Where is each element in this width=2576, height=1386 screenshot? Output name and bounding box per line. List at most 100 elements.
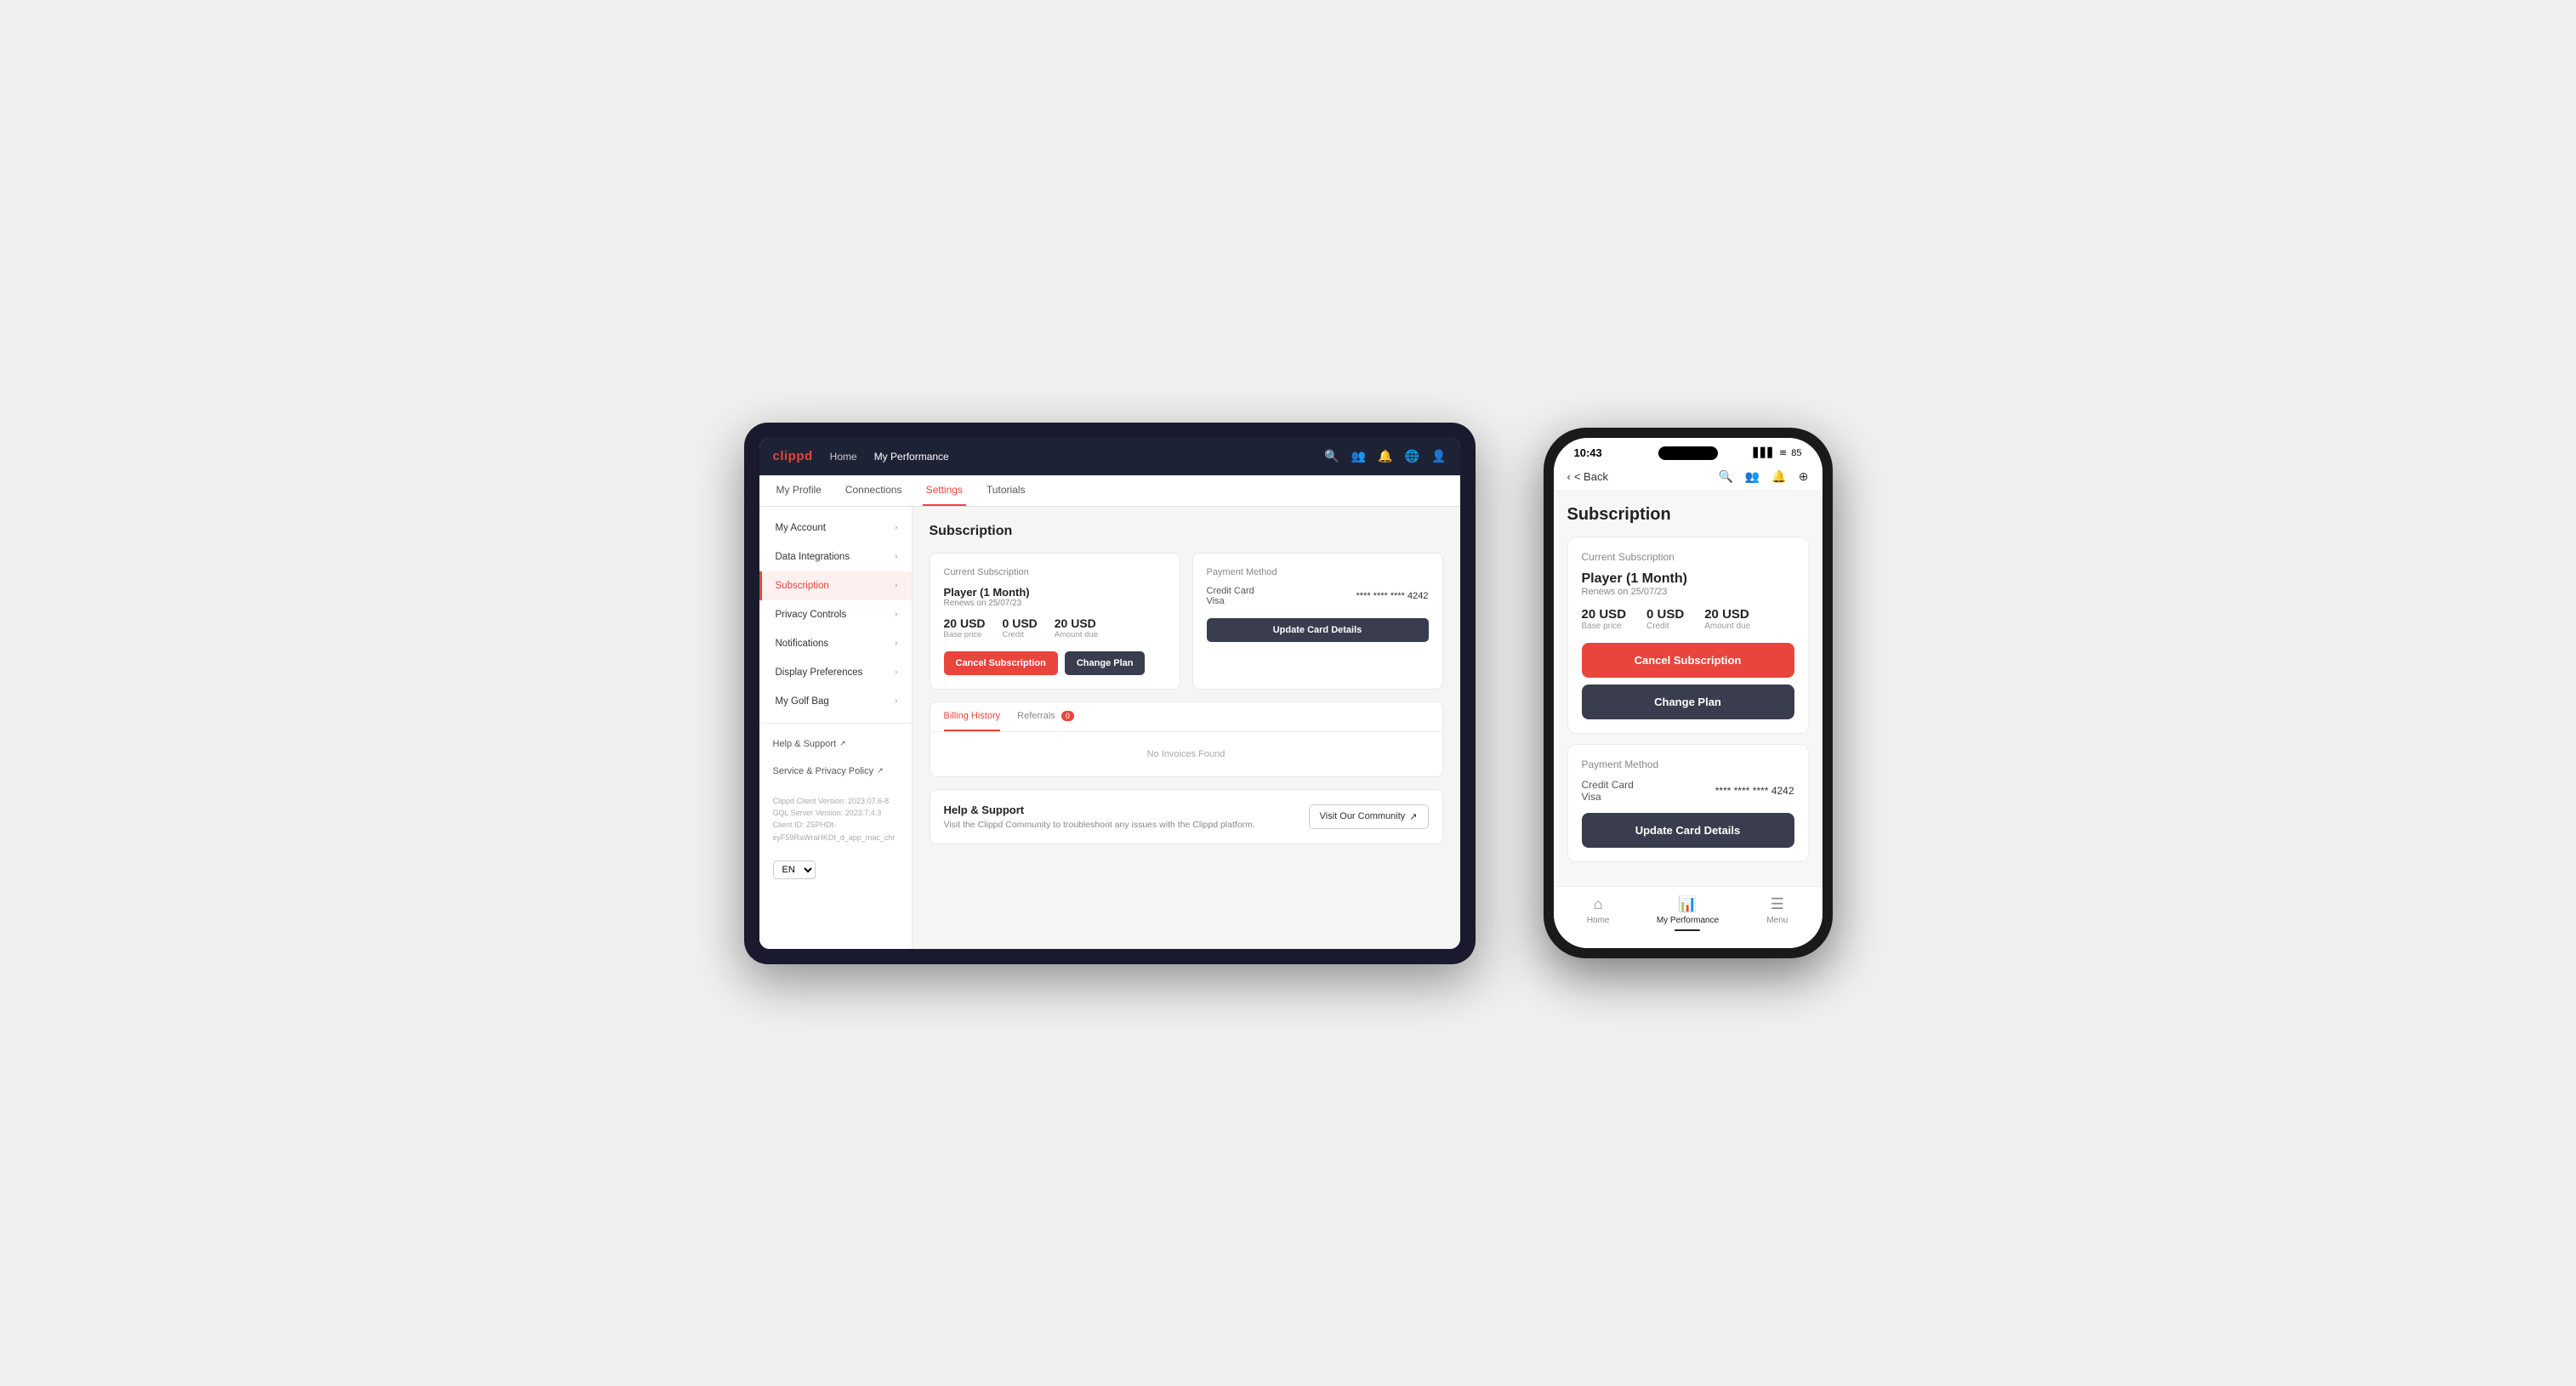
status-icons: ▋▋▋ ≋ 85 [1754, 447, 1802, 458]
billing-history-section: Billing History Referrals 0 No Invoices … [930, 702, 1443, 777]
tablet-screen: clippd Home My Performance 🔍 👥 🔔 🌐 👤 My … [759, 438, 1460, 949]
credit-value: 0 USD [1003, 616, 1038, 630]
performance-icon: 📊 [1678, 895, 1697, 913]
plus-icon[interactable]: ⊕ [1799, 469, 1809, 484]
base-price-value: 20 USD [944, 616, 986, 630]
current-sub-label: Current Subscription [944, 567, 1166, 577]
tablet-main-content: Subscription Current Subscription Player… [913, 507, 1460, 949]
help-support-section: Help & Support Visit the Clippd Communit… [930, 789, 1443, 844]
phone-status-bar: 10:43 ▋▋▋ ≋ 85 [1554, 438, 1823, 463]
user-avatar[interactable]: 👤 [1431, 449, 1446, 463]
sidebar-service-privacy[interactable]: Service & Privacy Policy ↗ [759, 758, 912, 785]
referrals-tab[interactable]: Referrals 0 [1017, 702, 1074, 731]
phone-current-sub-label: Current Subscription [1582, 551, 1794, 563]
phone-card-number: **** **** **** 4242 [1715, 785, 1794, 797]
external-link-icon: ↗ [1409, 811, 1417, 822]
bell-icon[interactable]: 🔔 [1771, 469, 1786, 484]
plan-name: Player (1 Month) [944, 586, 1166, 599]
phone-credit: 0 USD Credit [1646, 607, 1684, 631]
payment-card-number: **** **** **** 4242 [1356, 591, 1428, 601]
users-icon[interactable]: 👥 [1745, 469, 1760, 484]
sidebar-item-data-integrations[interactable]: Data Integrations › [759, 542, 912, 571]
phone-change-plan-button[interactable]: Change Plan [1582, 684, 1794, 719]
signal-icon: ▋▋▋ [1754, 447, 1775, 458]
amount-due-value: 20 USD [1055, 616, 1098, 630]
phone-navbar: ‹ < Back 🔍 👥 🔔 ⊕ [1554, 463, 1823, 491]
users-icon[interactable]: 👥 [1351, 449, 1366, 463]
nav-my-performance[interactable]: My Performance [874, 451, 949, 463]
subnav-settings[interactable]: Settings [923, 475, 966, 506]
phone-nav-icons: 🔍 👥 🔔 ⊕ [1718, 469, 1808, 484]
search-icon[interactable]: 🔍 [1324, 449, 1339, 463]
phone-screen: 10:43 ▋▋▋ ≋ 85 ‹ < Back 🔍 👥 🔔 ⊕ Subscr [1554, 438, 1823, 948]
phone-base-price: 20 USD Base price [1582, 607, 1627, 631]
phone-tab-my-performance[interactable]: 📊 My Performance [1643, 895, 1732, 931]
tablet-nav-links: Home My Performance [830, 451, 1308, 463]
nav-home[interactable]: Home [830, 451, 857, 463]
tablet-nav-icons: 🔍 👥 🔔 🌐 👤 [1324, 449, 1446, 463]
globe-icon[interactable]: 🌐 [1405, 449, 1419, 463]
phone-plan-renews: Renews on 25/07/23 [1582, 587, 1794, 597]
credit-label: Credit [1003, 630, 1038, 639]
external-link-icon: ↗ [839, 739, 846, 748]
subnav-my-profile[interactable]: My Profile [773, 475, 825, 506]
subscription-cards-row: Current Subscription Player (1 Month) Re… [930, 553, 1443, 690]
pricing-row: 20 USD Base price 0 USD Credit 20 USD Am… [944, 616, 1166, 639]
phone-cancel-subscription-button[interactable]: Cancel Subscription [1582, 643, 1794, 678]
visit-community-button[interactable]: Visit Our Community ↗ [1309, 804, 1429, 829]
menu-icon: ☰ [1771, 895, 1784, 913]
chevron-icon: › [895, 667, 897, 677]
subnav-connections[interactable]: Connections [842, 475, 906, 506]
payment-method-card: Payment Method Credit Card Visa **** ***… [1192, 553, 1443, 690]
active-tab-indicator [1675, 929, 1700, 931]
phone-tab-home[interactable]: ⌂ Home [1554, 895, 1643, 931]
wifi-icon: ≋ [1779, 447, 1787, 458]
tablet-sidebar: My Account › Data Integrations › Subscri… [759, 507, 913, 949]
billing-tabs: Billing History Referrals 0 [930, 702, 1442, 732]
sidebar-divider [759, 723, 912, 724]
base-price-item: 20 USD Base price [944, 616, 986, 639]
phone-current-subscription-card: Current Subscription Player (1 Month) Re… [1567, 537, 1809, 734]
help-description: Visit the Clippd Community to troublesho… [944, 820, 1255, 830]
external-link-icon: ↗ [877, 766, 884, 775]
battery-icon: 85 [1791, 448, 1801, 458]
phone-amount-due: 20 USD Amount due [1704, 607, 1750, 631]
language-select[interactable]: EN [773, 861, 816, 879]
update-card-details-button[interactable]: Update Card Details [1207, 618, 1429, 642]
chevron-icon: › [895, 610, 897, 619]
phone-tab-menu[interactable]: ☰ Menu [1732, 895, 1822, 931]
sidebar-help-support[interactable]: Help & Support ↗ [759, 730, 912, 758]
sidebar-item-notifications[interactable]: Notifications › [759, 629, 912, 658]
phone-payment-method-card: Payment Method Credit Card Visa **** ***… [1567, 744, 1809, 862]
phone-device: 10:43 ▋▋▋ ≋ 85 ‹ < Back 🔍 👥 🔔 ⊕ Subscr [1544, 428, 1833, 958]
billing-history-tab[interactable]: Billing History [944, 702, 1001, 731]
bell-icon[interactable]: 🔔 [1378, 449, 1392, 463]
subscription-buttons: Cancel Subscription Change Plan [944, 651, 1166, 675]
sidebar-item-display-preferences[interactable]: Display Preferences › [759, 658, 912, 687]
chevron-icon: › [895, 696, 897, 706]
phone-main-content: Subscription Current Subscription Player… [1554, 491, 1823, 886]
phone-bottom-tab-bar: ⌂ Home 📊 My Performance ☰ Menu [1554, 886, 1823, 948]
chevron-icon: › [895, 639, 897, 648]
sidebar-item-privacy-controls[interactable]: Privacy Controls › [759, 600, 912, 629]
back-chevron-icon: ‹ [1567, 470, 1571, 483]
sidebar-item-my-golf-bag[interactable]: My Golf Bag › [759, 687, 912, 716]
base-price-label: Base price [944, 630, 986, 639]
no-invoices-message: No Invoices Found [930, 732, 1442, 776]
cancel-subscription-button[interactable]: Cancel Subscription [944, 651, 1058, 675]
home-icon: ⌂ [1594, 895, 1603, 913]
sidebar-item-my-account[interactable]: My Account › [759, 514, 912, 542]
change-plan-button[interactable]: Change Plan [1065, 651, 1146, 675]
phone-notch [1658, 446, 1718, 460]
sidebar-language-selector[interactable]: EN [773, 861, 898, 879]
back-button[interactable]: ‹ < Back [1567, 470, 1608, 483]
tablet-device: clippd Home My Performance 🔍 👥 🔔 🌐 👤 My … [744, 423, 1476, 964]
chevron-icon: › [895, 523, 897, 532]
sidebar-item-subscription[interactable]: Subscription › [759, 571, 912, 600]
subnav-tutorials[interactable]: Tutorials [983, 475, 1029, 506]
help-title: Help & Support [944, 804, 1255, 816]
phone-update-card-button[interactable]: Update Card Details [1582, 813, 1794, 848]
phone-page-title: Subscription [1567, 505, 1809, 525]
search-icon[interactable]: 🔍 [1718, 469, 1732, 484]
phone-pricing-row: 20 USD Base price 0 USD Credit 20 USD Am… [1582, 607, 1794, 631]
